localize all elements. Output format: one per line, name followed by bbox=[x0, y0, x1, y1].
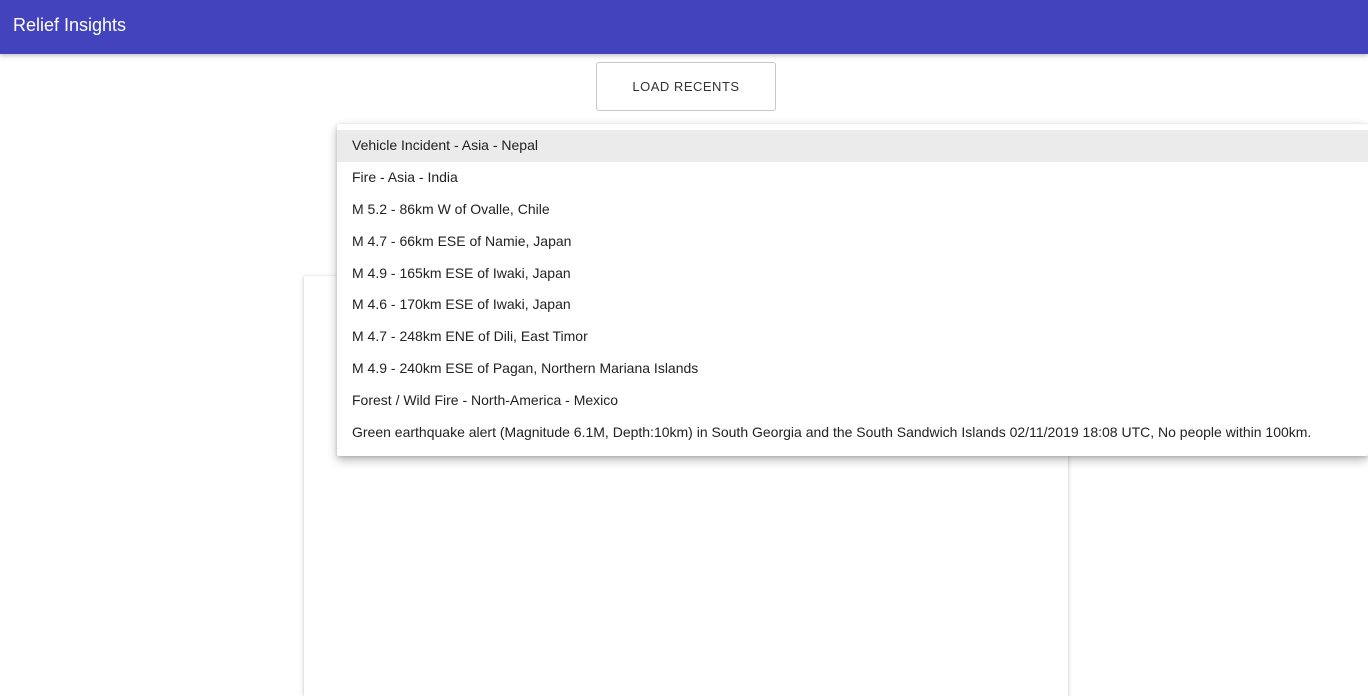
dropdown-option[interactable]: M 4.7 - 248km ENE of Dili, East Timor bbox=[337, 321, 1368, 353]
dropdown-option[interactable]: M 4.9 - 240km ESE of Pagan, Northern Mar… bbox=[337, 353, 1368, 385]
load-recents-button[interactable]: LOAD RECENTS bbox=[596, 62, 776, 111]
dropdown-option[interactable]: Fire - Asia - India bbox=[337, 162, 1368, 194]
dropdown-option[interactable]: M 5.2 - 86km W of Ovalle, Chile bbox=[337, 194, 1368, 226]
recent-events-dropdown: Vehicle Incident - Asia - Nepal Fire - A… bbox=[337, 124, 1368, 456]
app-bar: Relief Insights bbox=[0, 0, 1368, 54]
dropdown-option[interactable]: Forest / Wild Fire - North-America - Mex… bbox=[337, 385, 1368, 417]
dropdown-option[interactable]: M 4.6 - 170km ESE of Iwaki, Japan bbox=[337, 289, 1368, 321]
dropdown-option[interactable]: M 4.7 - 66km ESE of Namie, Japan bbox=[337, 226, 1368, 258]
app-title: Relief Insights bbox=[13, 15, 127, 35]
dropdown-option[interactable]: M 4.9 - 165km ESE of Iwaki, Japan bbox=[337, 258, 1368, 290]
dropdown-option[interactable]: Green earthquake alert (Magnitude 6.1M, … bbox=[337, 417, 1368, 449]
dropdown-option[interactable]: Vehicle Incident - Asia - Nepal bbox=[337, 130, 1368, 162]
